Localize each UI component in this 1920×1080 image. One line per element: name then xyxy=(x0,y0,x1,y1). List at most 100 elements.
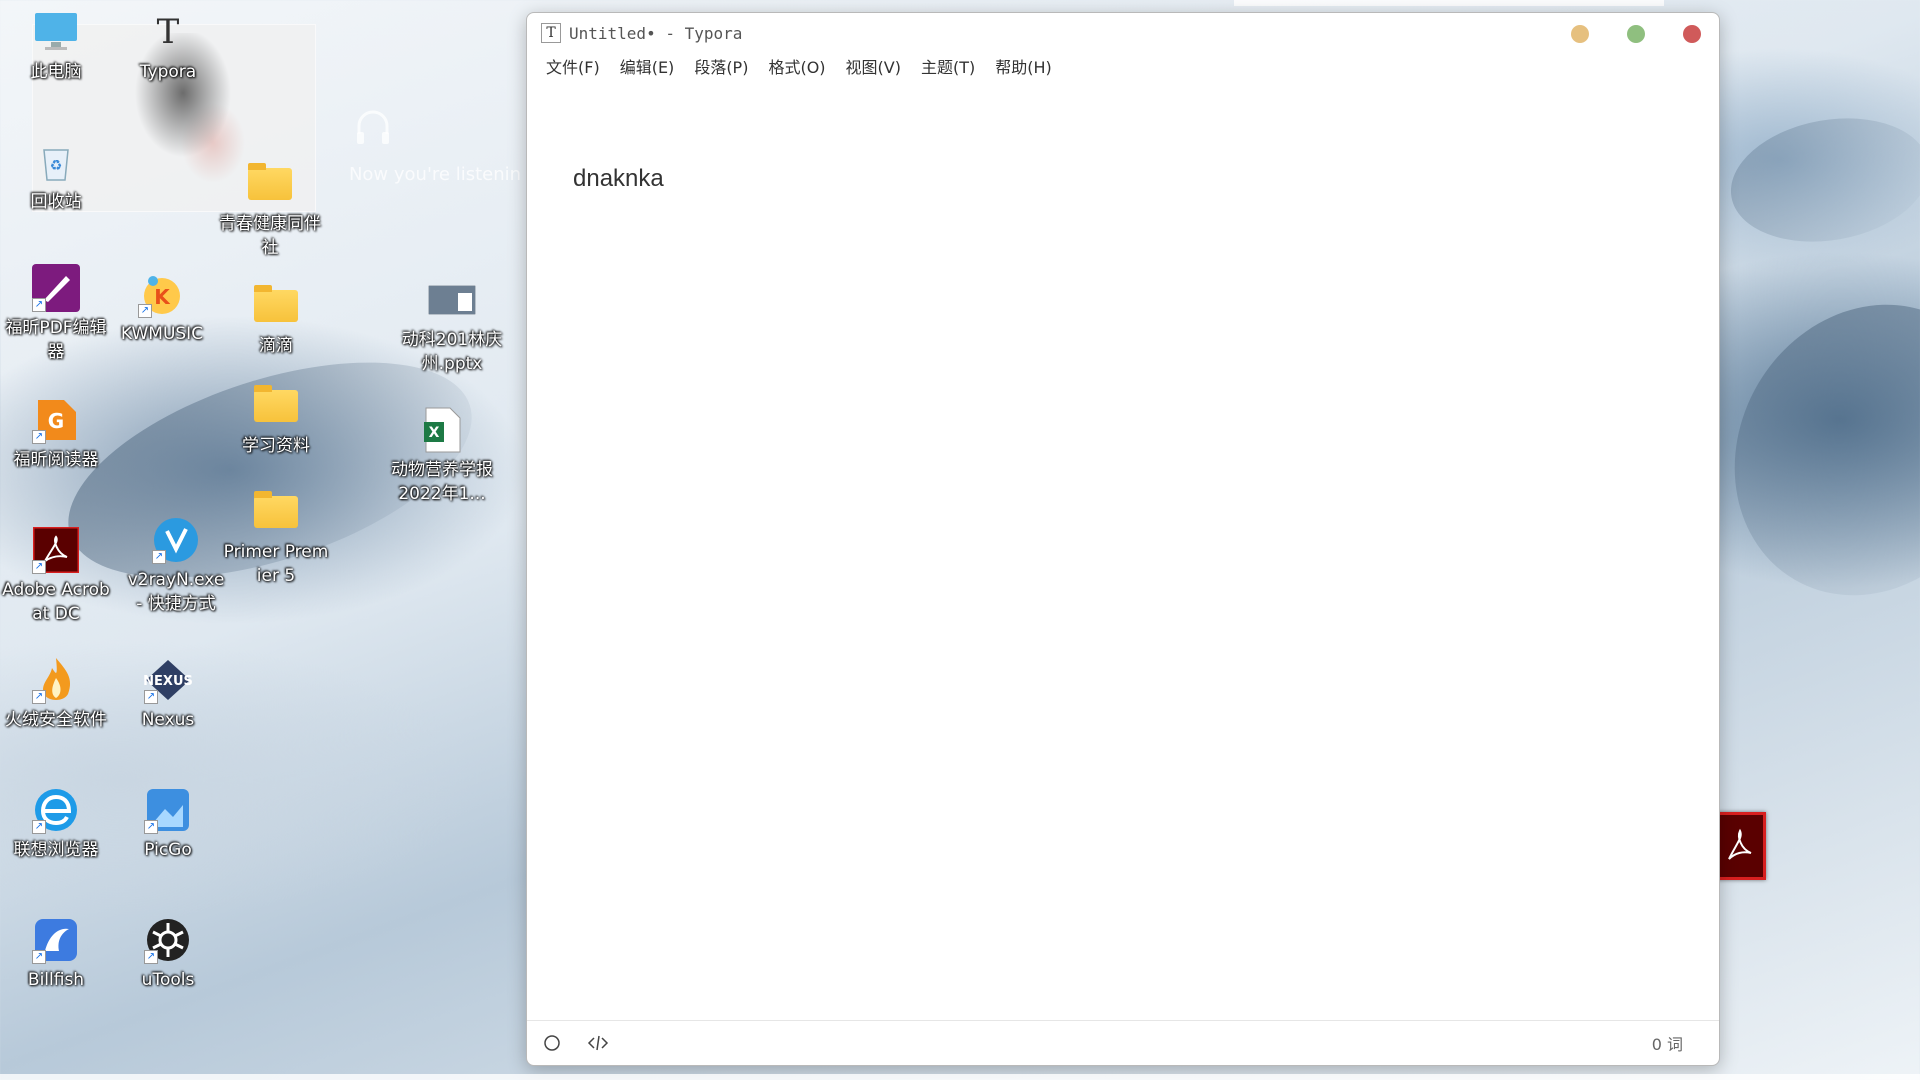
billfish-icon: ↗ xyxy=(32,916,80,964)
desktop-icon-adobe-acrobat[interactable]: ↗ Adobe Acrobat DC xyxy=(2,526,110,626)
shortcut-arrow-icon: ↗ xyxy=(32,560,46,574)
top-edge-strip xyxy=(1234,0,1664,6)
svg-text:K: K xyxy=(154,285,171,309)
desktop-icon-typora[interactable]: T Typora xyxy=(114,8,222,84)
icon-label: 福昕PDF编辑器 xyxy=(5,318,107,362)
desktop-icon-folder-primer[interactable]: Primer Premier 5 xyxy=(222,488,330,588)
svg-text:G: G xyxy=(48,409,64,433)
desktop-icon-this-pc[interactable]: 此电脑 xyxy=(2,8,110,84)
shortcut-arrow-icon: ↗ xyxy=(32,950,46,964)
icon-label: PicGo xyxy=(144,840,192,860)
icon-label: KWMUSIC xyxy=(120,324,204,344)
folder-icon xyxy=(252,488,300,536)
icon-label: 此电脑 xyxy=(30,62,82,82)
typora-app-icon: T xyxy=(541,23,561,43)
menu-file[interactable]: 文件(F) xyxy=(536,54,610,82)
folder-icon xyxy=(252,382,300,430)
utools-icon: ↗ xyxy=(144,916,192,964)
desktop-icon-foxit-pdf-editor[interactable]: ↗ 福昕PDF编辑器 xyxy=(2,264,110,364)
icon-label: Typora xyxy=(139,62,197,82)
document-paragraph[interactable]: dnaknka xyxy=(573,165,664,193)
headphones-icon xyxy=(357,110,389,144)
menu-help[interactable]: 帮助(H) xyxy=(985,54,1062,82)
icon-label: 学习资料 xyxy=(242,436,310,456)
svg-text:X: X xyxy=(429,425,440,441)
desktop-icon-lenovo-browser[interactable]: ↗ 联想浏览器 xyxy=(2,786,110,862)
desktop-icon-utools[interactable]: ↗ uTools xyxy=(114,916,222,992)
desktop-icon-kwmusic[interactable]: K ↗ KWMUSIC xyxy=(108,270,216,346)
desktop-icon-nexus[interactable]: NEXUS ↗ Nexus xyxy=(114,656,222,732)
excel-file-icon: X xyxy=(418,406,466,454)
icon-label: Adobe Acrobat DC xyxy=(2,580,110,624)
shortcut-arrow-icon: ↗ xyxy=(32,430,46,444)
shortcut-arrow-icon: ↗ xyxy=(32,298,46,312)
acrobat-taskbar-icon[interactable] xyxy=(1716,812,1766,880)
menu-view[interactable]: 视图(V) xyxy=(836,54,911,82)
menu-theme[interactable]: 主题(T) xyxy=(911,54,985,82)
window-title: Untitled• - Typora xyxy=(569,23,743,43)
acrobat-icon: ↗ xyxy=(32,526,80,574)
pptx-thumbnail-icon xyxy=(428,276,476,324)
icon-label: 滴滴 xyxy=(259,336,293,356)
circle-icon[interactable] xyxy=(541,1032,563,1054)
icon-label: 火绒安全软件 xyxy=(5,710,107,730)
menu-paragraph[interactable]: 段落(P) xyxy=(684,54,758,82)
bottom-edge-strip xyxy=(0,1074,1920,1080)
folder-icon xyxy=(246,160,294,208)
browser-icon: ↗ xyxy=(32,786,80,834)
desktop-icon-folder-didi[interactable]: 滴滴 xyxy=(222,282,330,358)
typora-window[interactable]: T Untitled• - Typora 文件(F) 编辑(E) 段落(P) 格… xyxy=(526,12,1720,1066)
v2rayn-icon: ↗ xyxy=(152,516,200,564)
menu-format[interactable]: 格式(O) xyxy=(758,54,835,82)
typora-icon: T xyxy=(156,12,180,52)
desktop-icon-folder-youth-health[interactable]: 青春健康同伴社 xyxy=(216,160,324,260)
icon-label: 青春健康同伴社 xyxy=(219,214,321,258)
minimize-button[interactable] xyxy=(1571,25,1589,43)
recycle-bin-icon: ♻ xyxy=(32,138,80,186)
icon-label: 动物营养学报2022年1... xyxy=(391,460,493,504)
svg-text:♻: ♻ xyxy=(50,158,63,174)
now-listening-text: Now you're listenin xyxy=(348,164,522,185)
status-bar: 0 词 xyxy=(527,1020,1719,1065)
folder-icon xyxy=(252,282,300,330)
close-button[interactable] xyxy=(1683,25,1701,43)
shortcut-arrow-icon: ↗ xyxy=(144,820,158,834)
background-ridge xyxy=(1721,103,1920,257)
svg-text:NEXUS: NEXUS xyxy=(144,674,192,689)
desktop-icon-recycle-bin[interactable]: ♻ 回收站 xyxy=(2,138,110,214)
icon-label: 联想浏览器 xyxy=(13,840,99,860)
desktop-icon-folder-study[interactable]: 学习资料 xyxy=(222,382,330,458)
desktop-icon-xlsx-file[interactable]: X 动物营养学报2022年1... xyxy=(388,406,496,506)
menu-bar: 文件(F) 编辑(E) 段落(P) 格式(O) 视图(V) 主题(T) 帮助(H… xyxy=(527,53,1719,83)
maximize-button[interactable] xyxy=(1627,25,1645,43)
icon-label: uTools xyxy=(141,970,195,990)
code-icon[interactable] xyxy=(587,1032,609,1054)
title-bar[interactable]: T Untitled• - Typora xyxy=(527,13,1719,53)
foxit-editor-icon: ↗ xyxy=(32,264,80,312)
shortcut-arrow-icon: ↗ xyxy=(32,690,46,704)
acrobat-icon xyxy=(1728,828,1752,860)
menu-edit[interactable]: 编辑(E) xyxy=(610,54,685,82)
icon-label: Primer Premier 5 xyxy=(223,542,329,586)
shortcut-arrow-icon: ↗ xyxy=(138,304,152,318)
foxit-reader-icon: G ↗ xyxy=(32,396,80,444)
nexus-icon: NEXUS ↗ xyxy=(144,656,192,704)
word-count[interactable]: 0 词 xyxy=(1652,1031,1683,1055)
desktop-icon-picgo[interactable]: ↗ PicGo xyxy=(114,786,222,862)
shortcut-arrow-icon: ↗ xyxy=(32,820,46,834)
icon-label: 回收站 xyxy=(30,192,82,212)
shortcut-arrow-icon: ↗ xyxy=(144,950,158,964)
flame-icon: ↗ xyxy=(32,656,80,704)
desktop-icon-billfish[interactable]: ↗ Billfish xyxy=(2,916,110,992)
desktop-icon-pptx-file[interactable]: 动科201林庆州.pptx xyxy=(398,276,506,376)
kwmusic-icon: K ↗ xyxy=(138,270,186,318)
editor-area[interactable]: dnaknka xyxy=(527,83,1719,1021)
desktop-icon-huorong[interactable]: ↗ 火绒安全软件 xyxy=(2,656,110,732)
desktop-icon-foxit-reader[interactable]: G ↗ 福昕阅读器 xyxy=(2,396,110,472)
icon-label: Billfish xyxy=(27,970,85,990)
icon-label: v2rayN.exe - 快捷方式 xyxy=(127,570,225,614)
icon-label: Nexus xyxy=(141,710,195,730)
desktop-icon-v2rayn[interactable]: ↗ v2rayN.exe - 快捷方式 xyxy=(122,516,230,616)
shortcut-arrow-icon: ↗ xyxy=(144,690,158,704)
monitor-icon xyxy=(32,8,80,56)
